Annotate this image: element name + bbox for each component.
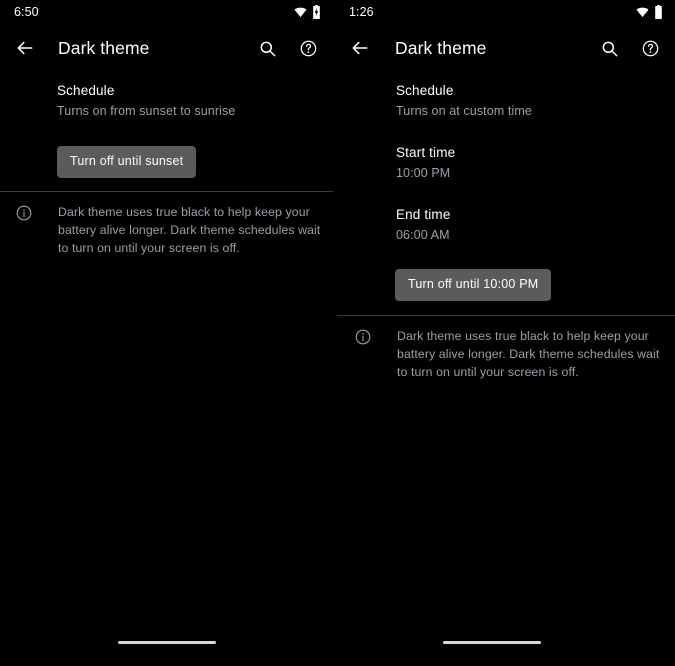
status-bar-clock: 6:50 bbox=[14, 4, 39, 19]
page-title: Dark theme bbox=[395, 37, 487, 58]
schedule-row[interactable]: Schedule Turns on at custom time bbox=[396, 83, 666, 119]
app-bar-actions bbox=[252, 33, 323, 63]
info-note-text: Dark theme uses true black to help keep … bbox=[397, 329, 660, 380]
phone-screen-left: 6:50 Dark theme Schedule Turns on from s… bbox=[0, 0, 333, 666]
help-icon[interactable] bbox=[635, 33, 665, 63]
info-icon bbox=[353, 327, 373, 347]
wifi-icon bbox=[636, 6, 649, 19]
section-divider bbox=[337, 315, 675, 316]
status-bar-icons bbox=[294, 5, 321, 19]
home-gesture-pill[interactable] bbox=[118, 641, 216, 644]
page-title: Dark theme bbox=[58, 37, 150, 58]
search-icon[interactable] bbox=[594, 33, 624, 63]
end-time-row[interactable]: End time 06:00 AM bbox=[396, 207, 666, 243]
end-time-value: 06:00 AM bbox=[396, 227, 450, 242]
info-note: Dark theme uses true black to help keep … bbox=[14, 203, 326, 258]
schedule-subtitle: Turns on at custom time bbox=[396, 103, 532, 118]
info-note-text: Dark theme uses true black to help keep … bbox=[58, 205, 321, 256]
start-time-title: Start time bbox=[396, 145, 456, 160]
wifi-icon bbox=[294, 6, 307, 19]
schedule-subtitle: Turns on from sunset to sunrise bbox=[57, 103, 236, 118]
status-bar-clock: 1:26 bbox=[349, 4, 374, 19]
status-bar: 6:50 bbox=[0, 0, 333, 24]
help-icon[interactable] bbox=[293, 33, 323, 63]
screenshot-root: 6:50 Dark theme Schedule Turns on from s… bbox=[0, 0, 675, 666]
home-gesture-pill[interactable] bbox=[443, 641, 541, 644]
start-time-value: 10:00 PM bbox=[396, 165, 451, 180]
phone-screen-right: 1:26 Dark theme Schedule Turns on at cus… bbox=[333, 0, 675, 666]
battery-charging-icon bbox=[312, 5, 321, 19]
info-note: Dark theme uses true black to help keep … bbox=[353, 327, 668, 382]
status-bar-icons bbox=[636, 5, 663, 19]
end-time-title: End time bbox=[396, 207, 451, 222]
turn-off-until-sunset-button[interactable]: Turn off until sunset bbox=[57, 146, 197, 178]
schedule-title: Schedule bbox=[57, 83, 115, 98]
back-arrow-icon[interactable] bbox=[10, 33, 40, 63]
schedule-title: Schedule bbox=[396, 83, 454, 98]
status-bar: 1:26 bbox=[333, 0, 675, 24]
app-bar: Dark theme bbox=[333, 24, 675, 72]
info-icon bbox=[14, 203, 34, 223]
schedule-row[interactable]: Schedule Turns on from sunset to sunrise bbox=[57, 83, 327, 119]
turn-off-until-time-button[interactable]: Turn off until 10:00 PM bbox=[395, 269, 552, 301]
section-divider bbox=[0, 191, 333, 192]
app-bar-actions bbox=[594, 33, 665, 63]
back-arrow-icon[interactable] bbox=[345, 33, 375, 63]
search-icon[interactable] bbox=[252, 33, 282, 63]
app-bar: Dark theme bbox=[0, 24, 333, 72]
start-time-row[interactable]: Start time 10:00 PM bbox=[396, 145, 666, 181]
battery-icon bbox=[654, 5, 663, 19]
